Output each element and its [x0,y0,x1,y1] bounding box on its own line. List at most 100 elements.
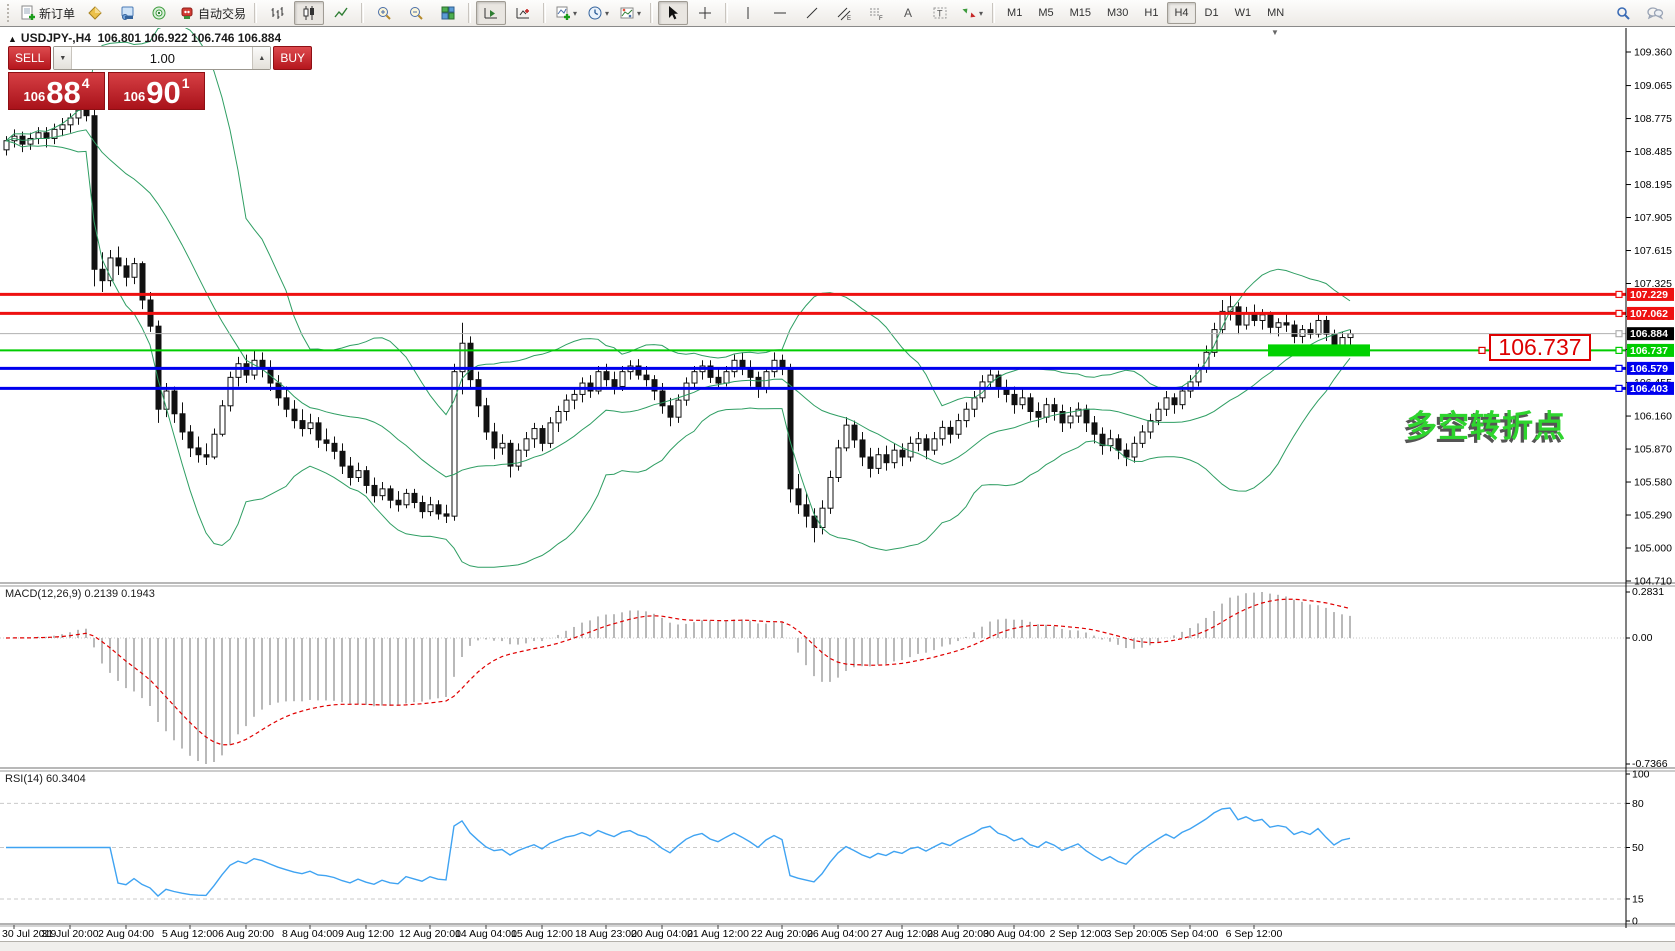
chat-icon [1646,5,1664,21]
templates-dropdown[interactable]: ▾ [637,9,641,18]
timeframe-M30[interactable]: M30 [1100,2,1135,24]
macd-label: MACD(12,26,9) 0.2139 0.1943 [5,588,155,600]
bar-chart-icon [269,5,285,21]
timeframe-MN[interactable]: MN [1260,2,1291,24]
arrows-button[interactable]: ▾ [957,1,987,25]
svg-text:30 Aug 04:00: 30 Aug 04:00 [983,928,1045,940]
buy-button[interactable]: BUY [273,46,312,70]
svg-text:0: 0 [1632,916,1638,928]
tile-windows-icon [440,5,456,21]
one-click-trading-panel: SELL ▼ ▲ BUY 106 88 4 106 90 1 [8,46,207,110]
svg-text:3 Sep 20:00: 3 Sep 20:00 [1106,928,1163,940]
svg-text:105.870: 105.870 [1634,444,1672,456]
candlestick-chart-button[interactable] [294,1,324,25]
templates-button[interactable]: ▾ [615,1,645,25]
crosshair-button[interactable] [690,1,720,25]
toolbar-separator [992,3,995,23]
zoom-in-button[interactable] [369,1,399,25]
collapse-triangle-icon[interactable]: ▲ [8,34,17,44]
svg-text:106.403: 106.403 [1630,383,1668,395]
timeframe-M5[interactable]: M5 [1031,2,1060,24]
volume-input[interactable] [72,47,252,69]
highlight-rectangle[interactable] [1268,344,1370,356]
toolbar-separator [543,3,546,23]
buy-price-tile[interactable]: 106 90 1 [108,72,205,110]
text-label-icon: T [932,5,948,21]
chat-button[interactable] [1640,1,1670,25]
chart-shift-button[interactable] [508,1,538,25]
toolbar-separator [650,3,653,23]
signals-button[interactable] [144,1,174,25]
buy-price-big: 90 [146,79,180,107]
auto-trading-icon [179,5,195,21]
toolbar-separator [725,3,728,23]
sell-price-tile[interactable]: 106 88 4 [8,72,105,110]
zoom-out-button[interactable] [401,1,431,25]
trendline-button[interactable] [797,1,827,25]
sell-price-big: 88 [46,79,80,107]
svg-text:109.360: 109.360 [1634,47,1672,59]
search-button[interactable] [1608,1,1638,25]
bar-chart-button[interactable] [262,1,292,25]
svg-text:106.160: 106.160 [1634,411,1672,423]
chart-shift-icon [515,5,531,21]
svg-text:108.485: 108.485 [1634,146,1672,158]
svg-text:26 Aug 04:00: 26 Aug 04:00 [807,928,869,940]
volume-increase-button[interactable]: ▲ [252,47,270,69]
auto-scroll-button[interactable] [476,1,506,25]
svg-text:107.905: 107.905 [1634,212,1672,224]
terminal-button[interactable] [112,1,142,25]
new-order-button[interactable]: 新订单 [17,1,78,25]
time-axis[interactable]: 30 Jul 201931 Jul 20:002 Aug 04:005 Aug … [2,925,1282,940]
text-button[interactable]: A [893,1,923,25]
equidistant-channel-button[interactable]: E [829,1,859,25]
indicators-dropdown[interactable]: ▾ [573,9,577,18]
indicators-button[interactable]: ▾ [551,1,581,25]
new-order-icon [20,5,36,21]
periods-dropdown[interactable]: ▾ [605,9,609,18]
vertical-line-icon [740,5,756,21]
timeframe-H4[interactable]: H4 [1167,2,1195,24]
terminal-icon [119,5,135,21]
search-icon [1615,5,1631,21]
timeframe-W1[interactable]: W1 [1228,2,1259,24]
timeframe-M15[interactable]: M15 [1063,2,1098,24]
svg-text:108.775: 108.775 [1634,113,1672,125]
buy-price-sup: 1 [182,75,190,91]
status-bar [0,941,1675,951]
svg-text:106.884: 106.884 [1630,328,1668,340]
timeframe-H1[interactable]: H1 [1137,2,1165,24]
cursor-button[interactable] [658,1,688,25]
toolbar-separator [468,3,471,23]
auto-trading-button[interactable]: 自动交易 [176,1,249,25]
candlestick-chart-icon [301,5,317,21]
price-callout-box[interactable]: 106.737 [1489,334,1591,361]
periods-button[interactable]: ▾ [583,1,613,25]
svg-text:22 Aug 20:00: 22 Aug 20:00 [751,928,813,940]
horizontal-line-button[interactable] [765,1,795,25]
arrows-dropdown[interactable]: ▾ [979,9,983,18]
chart-canvas[interactable]: 109.360109.065108.775108.485108.195107.9… [0,0,1675,951]
text-icon: A [900,5,916,21]
svg-text:15: 15 [1632,893,1644,905]
metaeditor-button[interactable] [80,1,110,25]
signals-icon [151,5,167,21]
fibonacci-button[interactable]: F [861,1,891,25]
vertical-line-button[interactable] [733,1,763,25]
tile-windows-button[interactable] [433,1,463,25]
svg-text:105.580: 105.580 [1634,477,1672,489]
sell-button[interactable]: SELL [8,46,51,70]
timeframe-D1[interactable]: D1 [1198,2,1226,24]
periods-icon [587,5,603,21]
text-label-button[interactable]: T [925,1,955,25]
volume-decrease-button[interactable]: ▼ [54,47,72,69]
line-chart-button[interactable] [326,1,356,25]
indicators-icon [555,5,571,21]
svg-text:105.000: 105.000 [1634,543,1672,555]
ohlc-values: 106.801 106.922 106.746 106.884 [98,31,282,45]
timeframe-M1[interactable]: M1 [1000,2,1029,24]
zoom-out-icon [408,5,424,21]
equidistant-channel-icon: E [836,5,852,21]
svg-text:100: 100 [1632,769,1650,781]
timeframe-group: M1M5M15M30H1H4D1W1MN [999,2,1292,24]
